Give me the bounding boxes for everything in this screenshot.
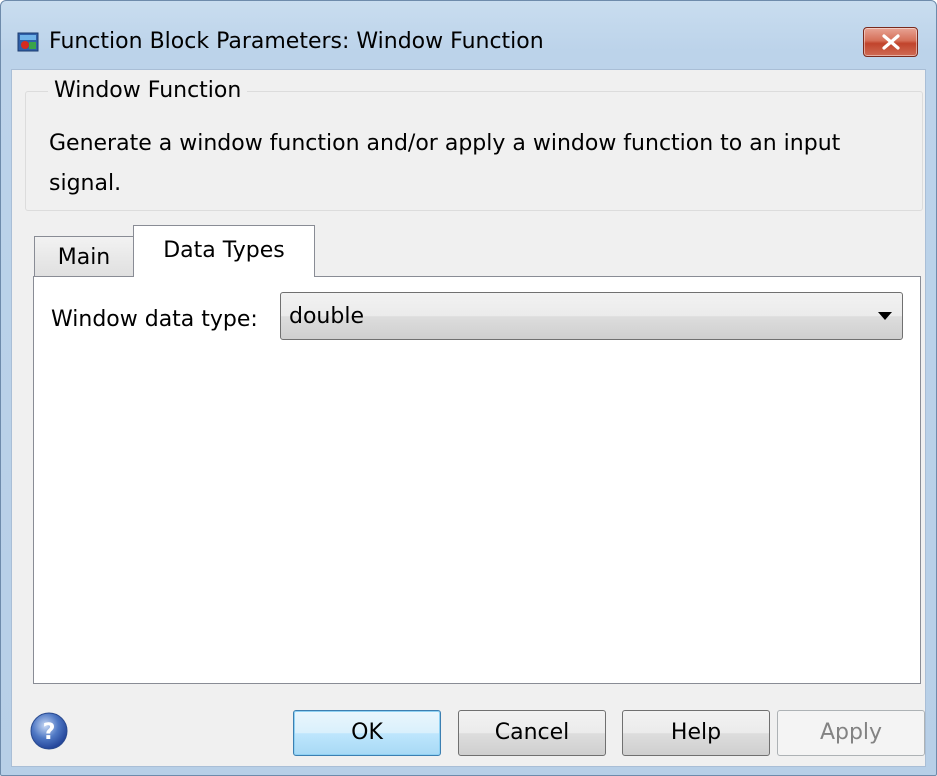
tab-main[interactable]: Main	[34, 236, 134, 276]
data-types-panel: Window data type: double	[33, 276, 921, 684]
close-icon	[882, 34, 900, 50]
group-title: Window Function	[48, 78, 248, 103]
dialog-window: Function Block Parameters: Window Functi…	[0, 0, 937, 776]
dialog-body: Window Function Generate a window functi…	[11, 69, 926, 767]
chevron-down-icon	[878, 312, 892, 320]
ok-button[interactable]: OK	[293, 710, 441, 756]
close-button[interactable]	[863, 27, 918, 57]
simulink-block-icon	[17, 32, 39, 52]
apply-button[interactable]: Apply	[777, 710, 925, 756]
window-data-type-value: double	[289, 304, 364, 329]
window-data-type-select[interactable]: double	[280, 292, 903, 340]
cancel-button[interactable]: Cancel	[458, 710, 606, 756]
block-description: Generate a window function and/or apply …	[49, 131, 841, 196]
tab-data-types[interactable]: Data Types	[133, 225, 315, 277]
window-data-type-label: Window data type:	[51, 307, 258, 332]
window-title: Function Block Parameters: Window Functi…	[49, 29, 544, 54]
help-button[interactable]: Help	[622, 710, 770, 756]
help-circle-icon[interactable]: ?	[29, 711, 69, 751]
svg-text:?: ?	[43, 720, 56, 745]
